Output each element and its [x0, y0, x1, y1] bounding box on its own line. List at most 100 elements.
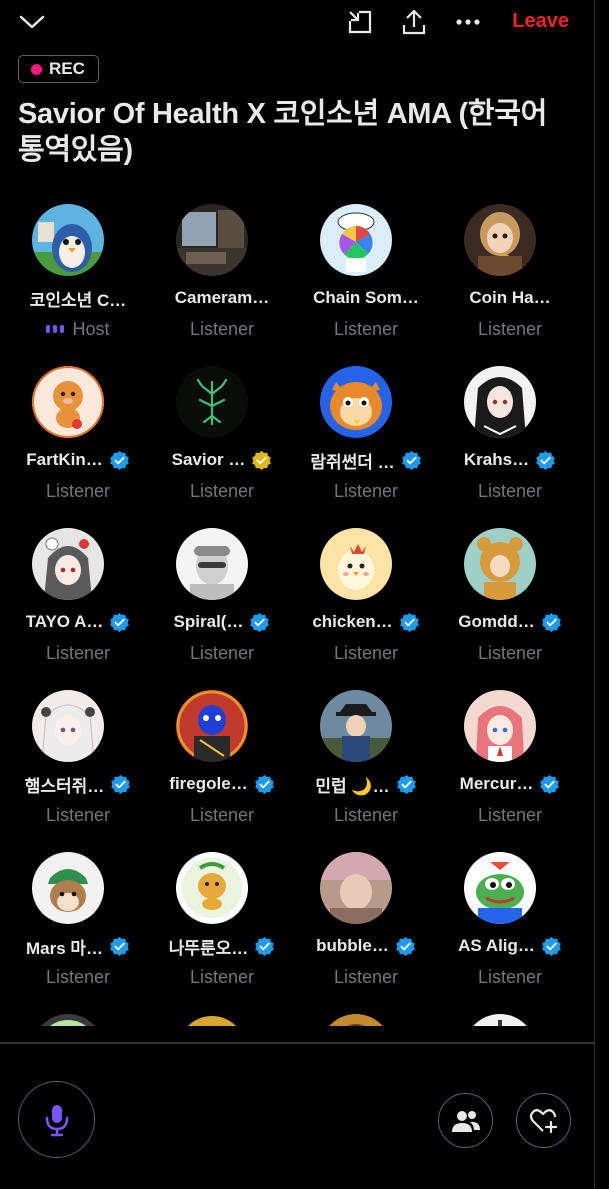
avatar — [176, 366, 248, 438]
verified-badge-icon — [396, 936, 415, 956]
participant-tile[interactable]: Chain Som… Listener — [294, 202, 438, 364]
participant-tile[interactable]: 코인소년 C… Host — [6, 202, 150, 364]
participant-tile[interactable]: FartKin… Listener — [6, 364, 150, 526]
avatar — [320, 1014, 392, 1026]
participant-role: Listener — [189, 804, 255, 825]
participant-tile[interactable]: Gomdd… Listener — [438, 526, 582, 688]
participant-tile[interactable] — [294, 1012, 438, 1026]
participant-role: Listener — [333, 804, 399, 825]
participant-name: Mercur… — [459, 774, 534, 793]
participant-tile[interactable]: firegole… Listener — [150, 688, 294, 850]
participant-role: Listener — [189, 966, 255, 987]
participant-tile[interactable]: Cameram… Listener — [150, 202, 294, 364]
chevron-down-icon[interactable] — [16, 8, 48, 36]
participant-tile[interactable]: bubble… Listener — [294, 850, 438, 1012]
participant-name: AS Alig… — [458, 936, 535, 955]
avatar — [32, 852, 104, 924]
verified-badge-icon — [536, 450, 555, 470]
participant-tile[interactable]: Spiral(… Listener — [150, 526, 294, 688]
avatar — [32, 690, 104, 762]
more-dots-icon[interactable] — [452, 6, 484, 38]
participant-tile[interactable]: 햄스터쥐… Listener — [6, 688, 150, 850]
verified-badge-icon — [542, 936, 561, 956]
verified-badge-icon — [540, 774, 560, 794]
leave-button[interactable]: Leave — [512, 10, 569, 33]
verified-badge-icon — [255, 936, 275, 956]
participant-tile[interactable]: chicken… Listener — [294, 526, 438, 688]
participant-tile[interactable]: 민럽 🌙… Listener — [294, 688, 438, 850]
scrollbar[interactable] — [594, 0, 595, 1189]
participant-tile[interactable]: 람쥐썬더 … Listener — [294, 364, 438, 526]
participant-name: 코인소년 C… — [29, 290, 127, 310]
participant-role: Listener — [333, 318, 399, 339]
avatar — [32, 366, 104, 438]
participant-name: chicken… — [312, 612, 393, 631]
avatar — [176, 1014, 248, 1026]
participant-name: 민럽 🌙… — [315, 776, 390, 796]
participant-role: Listener — [189, 480, 255, 501]
participant-role: Listener — [477, 642, 543, 663]
avatar — [176, 204, 248, 276]
people-button[interactable] — [438, 1093, 493, 1148]
participant-role: Listener — [333, 480, 399, 501]
avatar — [32, 1014, 104, 1026]
participant-name: Gomdd… — [458, 612, 535, 631]
react-button[interactable] — [516, 1093, 571, 1148]
avatar — [320, 852, 392, 924]
participant-tile[interactable]: Krahs… Listener — [438, 364, 582, 526]
share-upload-icon[interactable] — [398, 6, 430, 38]
participant-role: Listener — [477, 966, 543, 987]
verified-badge-icon — [110, 936, 129, 956]
participant-role: Listener — [189, 642, 255, 663]
participant-tile[interactable]: TAYO A… Listener — [6, 526, 150, 688]
avatar — [464, 204, 536, 276]
participant-name: Krahs… — [463, 450, 530, 469]
avatar — [464, 1014, 536, 1026]
avatar — [176, 852, 248, 924]
participant-tile[interactable]: Mars 마… Listener — [6, 850, 150, 1012]
participant-role: Listener — [477, 804, 543, 825]
participant-role: Listener — [45, 480, 111, 501]
participant-name: firegole… — [169, 774, 248, 793]
divider — [0, 1042, 594, 1044]
minimize-window-icon[interactable] — [344, 6, 376, 38]
recording-badge: REC — [18, 55, 99, 83]
avatar — [176, 690, 248, 762]
participant-tile[interactable]: Coin Ha… Listener — [438, 202, 582, 364]
participant-role: Listener — [45, 642, 111, 663]
avatar — [320, 204, 392, 276]
verified-badge-icon — [250, 612, 270, 632]
participant-role: Listener — [333, 642, 399, 663]
participant-name: Chain Som… — [313, 288, 419, 307]
recording-label: REC — [49, 59, 85, 78]
verified-badge-icon — [252, 450, 272, 470]
avatar — [464, 528, 536, 600]
verified-badge-icon — [401, 450, 421, 470]
participant-tile[interactable]: AS Alig… Listener — [438, 850, 582, 1012]
participant-name: Mars 마… — [25, 938, 104, 958]
participant-name: TAYO A… — [25, 612, 104, 631]
participant-tile[interactable]: Savior … Listener — [150, 364, 294, 526]
participant-tile[interactable]: Mercur… Listener — [438, 688, 582, 850]
participant-name: Coin Ha… — [469, 288, 551, 307]
participant-name: 나뚜룬오… — [168, 938, 249, 958]
avatar — [464, 852, 536, 924]
heart-add-icon — [529, 1108, 557, 1133]
participant-name: FartKin… — [26, 450, 103, 469]
people-icon — [451, 1110, 480, 1132]
avatar — [320, 366, 392, 438]
verified-badge-icon — [541, 612, 561, 632]
avatar — [464, 690, 536, 762]
verified-badge-icon — [109, 450, 129, 470]
participant-tile[interactable]: 나뚜룬오… Listener — [150, 850, 294, 1012]
participant-tile[interactable] — [6, 1012, 150, 1026]
participant-tile[interactable] — [438, 1012, 582, 1026]
verified-badge-icon — [396, 774, 416, 794]
avatar — [320, 690, 392, 762]
participant-role: Listener — [477, 318, 543, 339]
participant-grid: 코인소년 C… Host Cameram… Listener Chain Som… — [0, 202, 590, 1026]
participant-tile[interactable] — [150, 1012, 294, 1026]
microphone-button[interactable] — [18, 1081, 95, 1158]
space-title: Savior Of Health X 코인소년 AMA (한국어 통역있음) — [18, 98, 547, 166]
avatar — [176, 528, 248, 600]
